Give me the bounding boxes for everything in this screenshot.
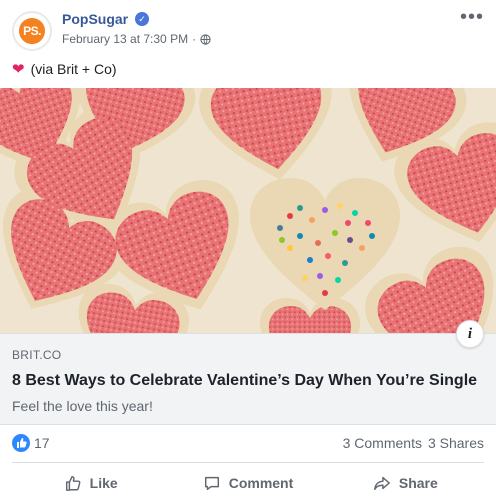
share-arrow-icon xyxy=(373,476,390,491)
like-button[interactable]: Like xyxy=(12,463,169,503)
engagement-counts: 3 Comments 3 Shares xyxy=(343,435,484,451)
heart-emoji-icon: ❤ xyxy=(12,61,25,78)
reaction-stats: 17 3 Comments 3 Shares xyxy=(0,430,496,458)
page-name-link[interactable]: PopSugar xyxy=(62,11,128,27)
comments-count-link[interactable]: 3 Comments xyxy=(343,435,422,451)
link-preview[interactable]: i BRIT.CO 8 Best Ways to Celebrate Valen… xyxy=(0,320,496,425)
link-domain: BRIT.CO xyxy=(12,348,62,362)
popsugar-logo: PS. xyxy=(17,16,47,46)
like-count[interactable]: 17 xyxy=(34,435,50,451)
post-timestamp[interactable]: February 13 at 7:30 PM xyxy=(62,32,188,46)
caption-text: (via Brit + Co) xyxy=(30,61,117,77)
post-image[interactable] xyxy=(0,88,496,346)
verified-badge-icon: ✓ xyxy=(135,12,149,26)
post-caption: ❤ (via Brit + Co) xyxy=(12,60,117,78)
post-card: PS. PopSugar ✓ February 13 at 7:30 PM · … xyxy=(0,0,496,503)
share-button[interactable]: Share xyxy=(327,463,484,503)
post-header: PS. PopSugar ✓ February 13 at 7:30 PM · … xyxy=(0,0,496,56)
share-label: Share xyxy=(398,475,438,491)
thumbs-up-icon xyxy=(65,475,81,491)
heart-cookies-image xyxy=(0,88,496,346)
comment-bubble-icon xyxy=(204,476,219,491)
shares-count-link[interactable]: 3 Shares xyxy=(428,435,484,451)
info-icon[interactable]: i xyxy=(456,320,484,348)
post-meta: February 13 at 7:30 PM · xyxy=(62,32,211,46)
more-options-button[interactable]: ••• xyxy=(460,6,484,29)
action-bar: Like Comment Share xyxy=(12,462,484,503)
like-reaction-icon[interactable] xyxy=(12,434,30,452)
avatar[interactable]: PS. xyxy=(12,11,52,51)
comment-label: Comment xyxy=(228,475,294,491)
link-description: Feel the love this year! xyxy=(12,398,153,414)
comment-button[interactable]: Comment xyxy=(169,463,326,503)
like-label: Like xyxy=(89,475,118,491)
meta-separator: · xyxy=(192,32,197,46)
link-title[interactable]: 8 Best Ways to Celebrate Valentine’s Day… xyxy=(12,372,477,390)
globe-icon[interactable] xyxy=(200,33,211,45)
